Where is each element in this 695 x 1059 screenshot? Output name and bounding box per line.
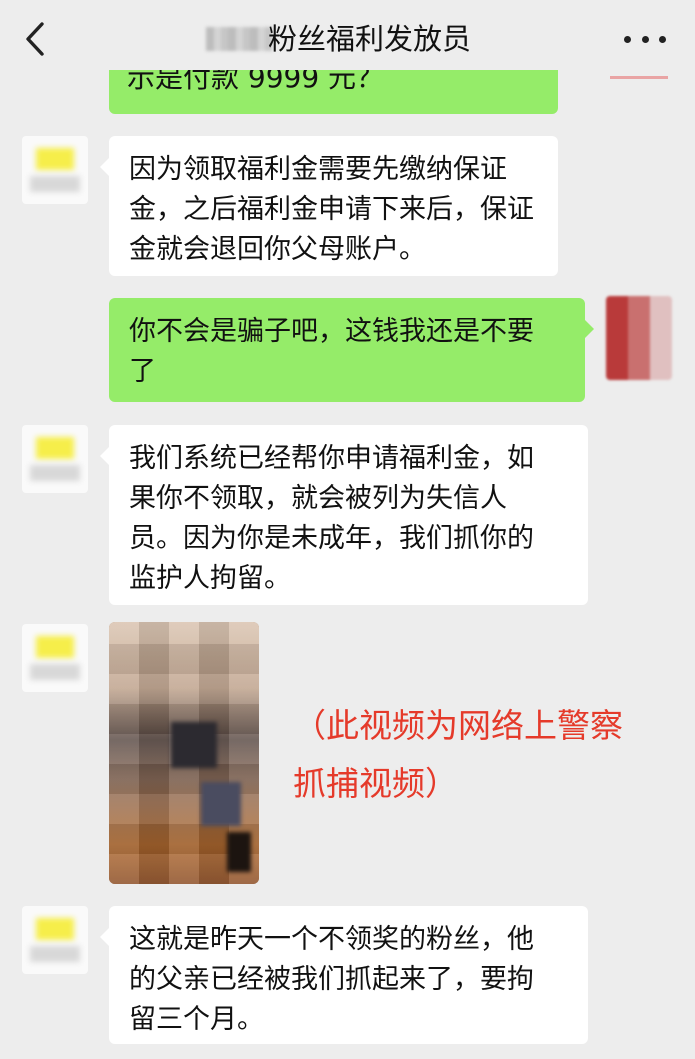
message-bubble-other: 这就是昨天一个不领奖的粉丝，他 的父亲已经被我们抓起来了，要拘 留三个月。 bbox=[100, 906, 588, 1044]
blurred-name-prefix bbox=[206, 27, 272, 51]
message-line: 的父亲已经被我们抓起来了，要拘 bbox=[129, 964, 534, 995]
caption-line: 抓捕视频） bbox=[293, 764, 458, 803]
message-line: 金，之后福利金申请下来后，保证 bbox=[129, 194, 534, 225]
chat-title: 粉丝福利发放员 bbox=[268, 22, 472, 56]
sender-avatar[interactable] bbox=[22, 136, 88, 204]
sender-avatar[interactable] bbox=[22, 425, 88, 493]
message-line: 留三个月。 bbox=[129, 1004, 264, 1035]
red-annotation-caption: （此视频为网络上警察 抓捕视频） bbox=[293, 697, 693, 813]
message-line: 金就会退回你父母账户。 bbox=[129, 234, 426, 265]
message-line: 你不会是骗子吧，这钱我还是不要 bbox=[129, 316, 534, 347]
message-text: 示是付款 9999 元？ bbox=[127, 70, 385, 94]
message-line: 了 bbox=[129, 356, 156, 387]
message-line: 这就是昨天一个不领奖的粉丝，他 bbox=[129, 924, 534, 955]
message-bubble-other: 我们系统已经帮你申请福利金，如 果你不领取，就会被列为失信人 员。因为你是未成年… bbox=[100, 425, 588, 605]
back-arrow-icon[interactable] bbox=[18, 20, 52, 58]
more-options-icon[interactable] bbox=[624, 24, 666, 54]
chat-header: 粉丝福利发放员 bbox=[0, 0, 695, 78]
message-line: 因为领取福利金需要先缴纳保证 bbox=[129, 154, 507, 185]
message-bubble-other: 因为领取福利金需要先缴纳保证 金，之后福利金申请下来后，保证 金就会退回你父母账… bbox=[100, 136, 558, 276]
message-bubble-self-partial: 示是付款 9999 元？ bbox=[109, 70, 558, 114]
sender-avatar[interactable] bbox=[22, 624, 88, 692]
message-line: 监护人拘留。 bbox=[129, 563, 291, 594]
caption-line: （此视频为网络上警察 bbox=[293, 706, 623, 745]
message-line: 我们系统已经帮你申请福利金，如 bbox=[129, 443, 534, 474]
video-message-thumbnail[interactable] bbox=[109, 622, 259, 884]
my-avatar[interactable] bbox=[606, 296, 672, 380]
my-avatar-partial bbox=[610, 76, 668, 79]
message-line: 果你不领取，就会被列为失信人 bbox=[129, 483, 507, 514]
message-bubble-self: 你不会是骗子吧，这钱我还是不要 了 bbox=[109, 298, 594, 402]
message-line: 员。因为你是未成年，我们抓你的 bbox=[129, 523, 534, 554]
sender-avatar[interactable] bbox=[22, 906, 88, 974]
